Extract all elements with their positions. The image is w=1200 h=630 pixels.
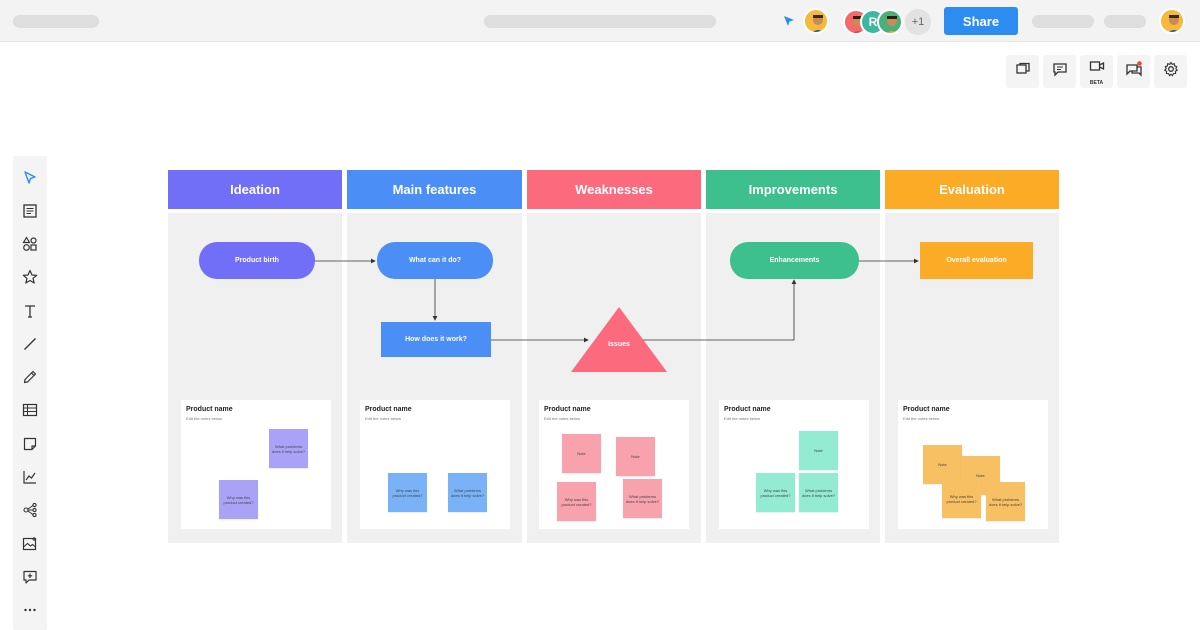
column-header-evaluation[interactable]: Evaluation bbox=[885, 170, 1059, 209]
line-icon bbox=[22, 336, 38, 357]
image-icon bbox=[22, 536, 38, 557]
shapes-icon bbox=[22, 235, 38, 257]
card-subtitle: Edit the notes below bbox=[544, 416, 581, 421]
product-card-weaknesses[interactable]: Product name Edit the notes below Note N… bbox=[539, 400, 689, 529]
text-tool[interactable] bbox=[13, 301, 47, 325]
sticky-note[interactable]: What problems does it help solve? bbox=[799, 473, 838, 512]
left-toolbar bbox=[13, 156, 47, 630]
profile-avatar[interactable] bbox=[1159, 8, 1185, 34]
header-menu-placeholder[interactable] bbox=[1104, 15, 1146, 28]
current-user-avatar[interactable] bbox=[803, 8, 829, 34]
cursor-icon[interactable] bbox=[782, 14, 796, 28]
video-button[interactable]: BETA bbox=[1080, 55, 1113, 88]
product-card-improvements[interactable]: Product name Edit the notes below Note W… bbox=[719, 400, 869, 529]
flow-node-what-can-it-do[interactable]: What can it do? bbox=[377, 242, 493, 279]
beta-label: BETA bbox=[1089, 80, 1104, 86]
flow-node-overall-evaluation[interactable]: Overall evaluation bbox=[920, 242, 1033, 279]
line-tool[interactable] bbox=[13, 334, 47, 358]
sticky-note[interactable]: What problems does it help solve? bbox=[623, 479, 662, 518]
column-header-main-features[interactable]: Main features bbox=[347, 170, 522, 209]
template-icon bbox=[22, 203, 38, 224]
chat-icon bbox=[1125, 61, 1143, 82]
settings-icon bbox=[1163, 61, 1179, 82]
sticky-note[interactable]: What problems does it help solve? bbox=[448, 473, 487, 512]
select-tool[interactable] bbox=[13, 168, 47, 192]
board-name-placeholder[interactable] bbox=[484, 15, 716, 28]
flow-node-enhancements[interactable]: Enhancements bbox=[730, 242, 859, 279]
table-tool[interactable] bbox=[13, 400, 47, 424]
pen-tool[interactable] bbox=[13, 367, 47, 391]
sticky-note[interactable]: What problems does it help solve? bbox=[986, 482, 1025, 521]
card-subtitle: Edit the notes below bbox=[186, 416, 223, 421]
sticky-note[interactable]: Why was this product created? bbox=[219, 480, 258, 519]
top-bar: R +1 Share bbox=[0, 0, 1200, 42]
more-icon bbox=[22, 602, 38, 623]
templates-tool[interactable] bbox=[13, 201, 47, 225]
card-title: Product name bbox=[544, 406, 591, 413]
chat-button[interactable] bbox=[1117, 55, 1150, 88]
add-frame-tool[interactable] bbox=[13, 567, 47, 591]
column-header-weaknesses[interactable]: Weaknesses bbox=[527, 170, 701, 209]
card-subtitle: Edit the notes below bbox=[903, 416, 940, 421]
product-card-evaluation[interactable]: Product name Edit the notes below Note N… bbox=[898, 400, 1048, 529]
add-frame-icon bbox=[22, 569, 38, 590]
sticky-note-tool[interactable] bbox=[13, 434, 47, 458]
more-collaborators-badge[interactable]: +1 bbox=[905, 9, 931, 35]
flow-node-issues[interactable]: Issues bbox=[571, 307, 667, 372]
pen-icon bbox=[22, 369, 38, 390]
image-tool[interactable] bbox=[13, 534, 47, 558]
card-title: Product name bbox=[186, 406, 233, 413]
product-card-main-features[interactable]: Product name Edit the notes below Why wa… bbox=[360, 400, 510, 529]
card-title: Product name bbox=[365, 406, 412, 413]
sticky-note[interactable]: Why was this product created? bbox=[942, 479, 981, 518]
sticky-note[interactable]: Why was this product created? bbox=[388, 473, 427, 512]
table-icon bbox=[22, 402, 38, 423]
sticky-note[interactable]: Why was this product created? bbox=[557, 482, 596, 521]
chart-tool[interactable] bbox=[13, 467, 47, 491]
collaborator-avatar[interactable] bbox=[877, 9, 903, 35]
shapes-tool[interactable] bbox=[13, 234, 47, 258]
column-header-ideation[interactable]: Ideation bbox=[168, 170, 342, 209]
sticky-note[interactable]: Note bbox=[616, 437, 655, 476]
column-header-improvements[interactable]: Improvements bbox=[706, 170, 880, 209]
sticky-note-icon bbox=[22, 436, 38, 457]
card-subtitle: Edit the notes below bbox=[365, 416, 402, 421]
flow-node-how-does-it-work[interactable]: How does it work? bbox=[381, 322, 491, 357]
pages-icon bbox=[1015, 61, 1031, 82]
sticky-note[interactable]: What problems does it help solve? bbox=[269, 429, 308, 468]
pages-button[interactable] bbox=[1006, 55, 1039, 88]
card-title: Product name bbox=[903, 406, 950, 413]
chart-icon bbox=[22, 469, 38, 490]
mind-map-tool[interactable] bbox=[13, 500, 47, 524]
comment-icon bbox=[1052, 61, 1068, 82]
video-icon bbox=[1089, 58, 1105, 79]
sticky-note[interactable]: Note bbox=[562, 434, 601, 473]
mind-map-icon bbox=[22, 502, 38, 523]
share-button[interactable]: Share bbox=[944, 7, 1018, 35]
sticky-note[interactable]: Note bbox=[799, 431, 838, 470]
settings-button[interactable] bbox=[1154, 55, 1187, 88]
cursor-icon bbox=[22, 170, 38, 191]
sticky-note[interactable]: Why was this product created? bbox=[756, 473, 795, 512]
more-tools[interactable] bbox=[13, 600, 47, 624]
text-icon bbox=[22, 303, 38, 324]
flow-node-product-birth[interactable]: Product birth bbox=[199, 242, 315, 279]
card-title: Product name bbox=[724, 406, 771, 413]
comments-button[interactable] bbox=[1043, 55, 1076, 88]
board-title-placeholder[interactable] bbox=[13, 15, 99, 28]
product-card-ideation[interactable]: Product name Edit the notes below What p… bbox=[181, 400, 331, 529]
stickers-tool[interactable] bbox=[13, 267, 47, 291]
star-icon bbox=[22, 269, 38, 290]
card-subtitle: Edit the notes below bbox=[724, 416, 761, 421]
header-menu-placeholder[interactable] bbox=[1032, 15, 1094, 28]
